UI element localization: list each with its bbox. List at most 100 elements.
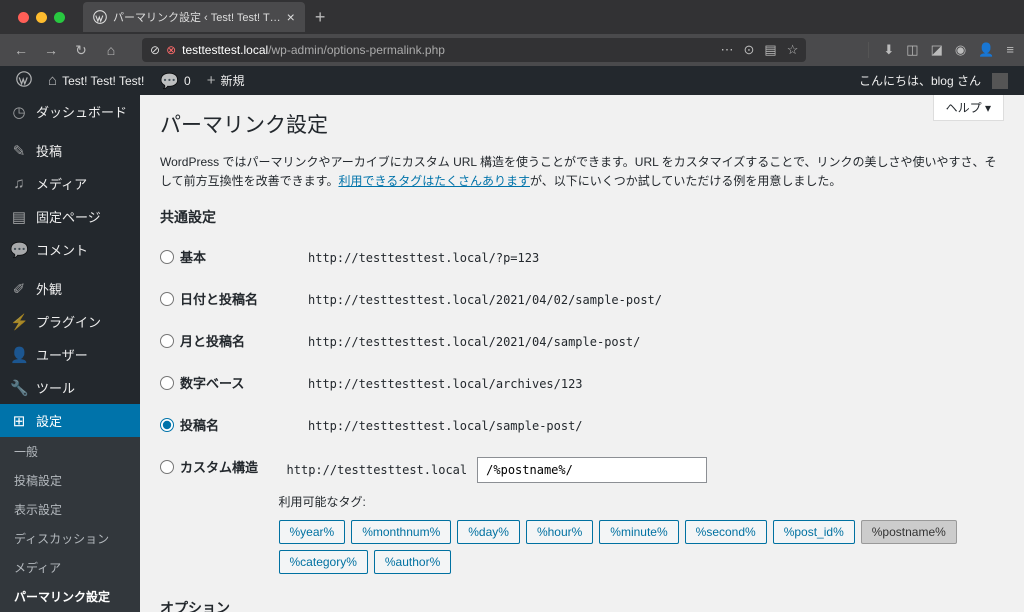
tag-button[interactable]: %minute% xyxy=(599,520,678,544)
permalink-example: http://testtesttest.local/?p=123 xyxy=(300,247,547,269)
option-heading: オプション xyxy=(160,598,1004,612)
new-tab-button[interactable]: + xyxy=(305,7,336,28)
permalink-radio[interactable] xyxy=(160,418,174,432)
custom-structure-input[interactable] xyxy=(477,457,707,483)
permalink-option-row: 日付と投稿名http://testtesttest.local/2021/04/… xyxy=(160,279,1004,321)
tag-button[interactable]: %author% xyxy=(374,550,451,574)
permalink-example: http://testtesttest.local/sample-post/ xyxy=(300,415,591,437)
sidebar-item-dashboard[interactable]: ◷ダッシュボード xyxy=(0,95,140,128)
wp-admin-bar: ⌂Test! Test! Test! 💬0 +新規 こんにちは、blog さん xyxy=(0,66,1024,95)
page-title: パーマリンク設定 xyxy=(160,109,1004,139)
mobile-icon[interactable]: ▤ xyxy=(764,42,776,58)
wordpress-icon xyxy=(93,10,107,24)
menu-icon[interactable]: ≡ xyxy=(1006,42,1014,58)
reader-icon[interactable]: ⊙ xyxy=(744,42,755,58)
comments-link[interactable]: 💬0 xyxy=(152,66,198,95)
tag-button[interactable]: %year% xyxy=(279,520,346,544)
window-minimize-icon[interactable] xyxy=(36,12,47,23)
close-icon[interactable]: × xyxy=(287,9,295,25)
sidebar-item-brush[interactable]: ✐外観 xyxy=(0,272,140,305)
option-label[interactable]: 投稿名 xyxy=(160,415,300,434)
sidebar-item-media[interactable]: ♫メディア xyxy=(0,167,140,200)
media-icon: ♫ xyxy=(10,175,28,192)
bookmark-icon[interactable]: ☆ xyxy=(787,42,799,58)
permalink-option-row: 数字ベースhttp://testtesttest.local/archives/… xyxy=(160,363,1004,405)
sidebar-icon[interactable]: ◪ xyxy=(931,42,943,58)
admin-sidebar: ◷ダッシュボード✎投稿♫メディア▤固定ページ💬コメント✐外観⚡プラグイン👤ユーザ… xyxy=(0,95,140,612)
submenu-item[interactable]: ディスカッション xyxy=(0,524,140,553)
option-label[interactable]: 数字ベース xyxy=(160,373,300,392)
site-name-link[interactable]: ⌂Test! Test! Test! xyxy=(40,66,152,95)
permalink-radio[interactable] xyxy=(160,376,174,390)
wp-logo[interactable] xyxy=(8,66,40,95)
permalink-option-row: 投稿名http://testtesttest.local/sample-post… xyxy=(160,405,1004,447)
permalink-radio[interactable] xyxy=(160,460,174,474)
forward-button[interactable]: → xyxy=(40,39,62,61)
tag-button[interactable]: %hour% xyxy=(526,520,593,544)
sidebar-item-page[interactable]: ▤固定ページ xyxy=(0,200,140,233)
url-input[interactable]: ⊘ ⊗ testtesttest.local/wp-admin/options-… xyxy=(142,38,806,62)
home-button[interactable]: ⌂ xyxy=(100,39,122,61)
option-label[interactable]: カスタム構造 xyxy=(160,457,279,476)
submenu-item[interactable]: 投稿設定 xyxy=(0,466,140,495)
tag-button[interactable]: %day% xyxy=(457,520,520,544)
sidebar-item-tool[interactable]: 🔧ツール xyxy=(0,371,140,404)
account-link[interactable]: こんにちは、blog さん xyxy=(851,72,1016,89)
comment-icon: 💬 xyxy=(10,241,28,259)
page-content: ヘルプ ▾ パーマリンク設定 WordPress ではパーマリンクやアーカイブに… xyxy=(140,95,1024,612)
shield-icon: ⊘ xyxy=(150,43,160,57)
tags-label: 利用可能なタグ: xyxy=(279,493,1004,510)
base-url: http://testtesttest.local xyxy=(279,458,476,482)
submenu-item[interactable]: メディア xyxy=(0,553,140,582)
submenu-item[interactable]: パーマリンク設定 xyxy=(0,582,140,611)
tag-button[interactable]: %second% xyxy=(685,520,767,544)
submenu-item[interactable]: 一般 xyxy=(0,437,140,466)
browser-tabbar: パーマリンク設定 ‹ Test! Test! T… × + xyxy=(0,0,1024,34)
tag-button[interactable]: %category% xyxy=(279,550,368,574)
browser-tab[interactable]: パーマリンク設定 ‹ Test! Test! T… × xyxy=(83,2,305,32)
window-close-icon[interactable] xyxy=(18,12,29,23)
permalink-example: http://testtesttest.local/2021/04/sample… xyxy=(300,331,648,353)
permalink-radio[interactable] xyxy=(160,250,174,264)
tags-doc-link[interactable]: 利用できるタグはたくさんあります xyxy=(338,174,530,188)
permalink-option-row: 基本http://testtesttest.local/?p=123 xyxy=(160,237,1004,279)
permalink-radio[interactable] xyxy=(160,334,174,348)
permalink-option-row: 月と投稿名http://testtesttest.local/2021/04/s… xyxy=(160,321,1004,363)
download-icon[interactable]: ⬇ xyxy=(883,42,894,58)
pocket-icon[interactable]: ◉ xyxy=(955,42,966,58)
permalink-radio[interactable] xyxy=(160,292,174,306)
option-label[interactable]: 日付と投稿名 xyxy=(160,289,300,308)
user-icon: 👤 xyxy=(10,346,28,364)
option-label[interactable]: 基本 xyxy=(160,247,300,266)
page-icon: ▤ xyxy=(10,208,28,226)
tag-button[interactable]: %monthnum% xyxy=(351,520,451,544)
tag-button[interactable]: %postname% xyxy=(861,520,957,544)
sidebar-item-settings[interactable]: ⊞設定 xyxy=(0,404,140,437)
library-icon[interactable]: ◫ xyxy=(906,42,918,58)
sidebar-item-plug[interactable]: ⚡プラグイン xyxy=(0,305,140,338)
permalink-example: http://testtesttest.local/archives/123 xyxy=(300,373,591,395)
tool-icon: 🔧 xyxy=(10,379,28,397)
settings-icon: ⊞ xyxy=(10,412,28,430)
more-icon[interactable]: ⋯ xyxy=(721,42,734,58)
account-icon[interactable]: 👤 xyxy=(978,42,994,58)
permalink-option-row: カスタム構造 http://testtesttest.local 利用可能なタグ… xyxy=(160,447,1004,584)
submenu-item[interactable]: 表示設定 xyxy=(0,495,140,524)
sidebar-item-comment[interactable]: 💬コメント xyxy=(0,233,140,266)
window-zoom-icon[interactable] xyxy=(54,12,65,23)
reload-button[interactable]: ↻ xyxy=(70,39,92,61)
option-label[interactable]: 月と投稿名 xyxy=(160,331,300,350)
page-intro: WordPress ではパーマリンクやアーカイブにカスタム URL 構造を使うこ… xyxy=(160,153,1004,191)
new-content-link[interactable]: +新規 xyxy=(199,66,253,95)
brush-icon: ✐ xyxy=(10,280,28,298)
tab-title: パーマリンク設定 ‹ Test! Test! T… xyxy=(113,9,281,25)
local-icon: ⊗ xyxy=(166,43,176,57)
plug-icon: ⚡ xyxy=(10,313,28,331)
tag-button[interactable]: %post_id% xyxy=(773,520,855,544)
sidebar-item-user[interactable]: 👤ユーザー xyxy=(0,338,140,371)
sidebar-item-pin[interactable]: ✎投稿 xyxy=(0,134,140,167)
help-tab[interactable]: ヘルプ ▾ xyxy=(933,95,1004,121)
common-settings-heading: 共通設定 xyxy=(160,207,1004,227)
pin-icon: ✎ xyxy=(10,142,28,160)
back-button[interactable]: ← xyxy=(10,39,32,61)
